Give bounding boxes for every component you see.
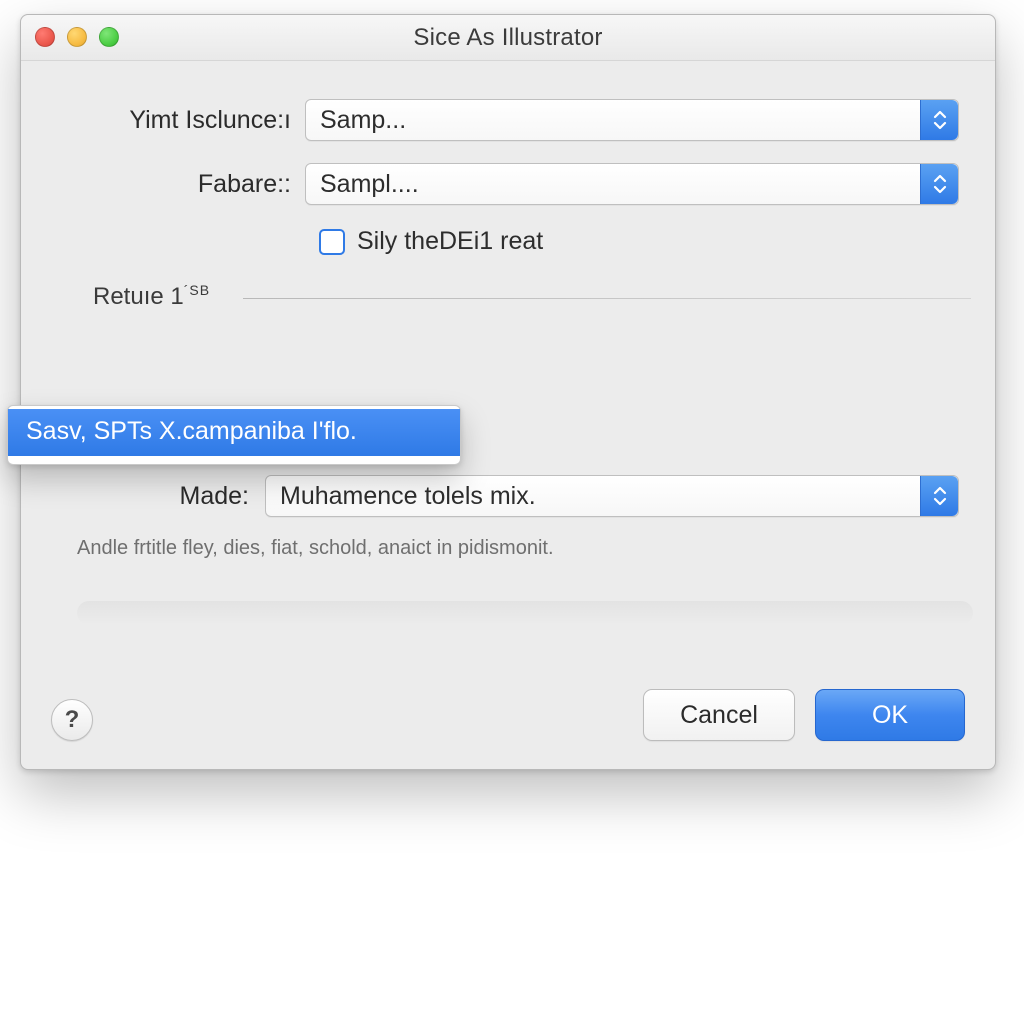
- group-header-text: Retuıe 1´SB: [93, 283, 220, 310]
- made-popup-value: Muhamence tolels mix.: [280, 482, 536, 511]
- button-group: Cancel OK: [643, 689, 965, 741]
- row2-popup[interactable]: Sampl....: [305, 163, 959, 205]
- window-title: Sice As Illustrator: [413, 24, 602, 52]
- row1-popup-value: Samp...: [320, 106, 406, 135]
- chevron-up-down-icon: [920, 476, 958, 516]
- titlebar: Sice As Illustrator: [21, 15, 995, 61]
- dropdown-menu: Sasv, SPTs X.campaniba I'flo.: [7, 405, 461, 465]
- chevron-up-down-icon: [920, 100, 958, 140]
- group-header: Retuıe 1´SB: [93, 282, 959, 316]
- checkbox-label: Sily theDEi1 reat: [357, 227, 543, 256]
- made-label: Made:: [57, 482, 265, 511]
- cancel-button[interactable]: Cancel: [643, 689, 795, 741]
- row2-popup-value: Sampl....: [320, 170, 419, 199]
- zoom-window-button[interactable]: [99, 27, 119, 47]
- ok-button[interactable]: OK: [815, 689, 965, 741]
- row1-label: Yimt Isclunce:ı: [57, 106, 305, 135]
- separator: [77, 601, 973, 625]
- separator: [243, 298, 971, 299]
- dialog-body: Yimt Isclunce:ı Samp... Fabare:: Sampl..…: [21, 61, 995, 769]
- made-row: Made: Muhamence tolels mix.: [57, 475, 959, 517]
- description-text: Andle frtitle fley, dies, fiat, schold, …: [77, 537, 554, 560]
- window-controls: [35, 27, 119, 47]
- form-row-1: Yimt Isclunce:ı Samp...: [57, 99, 959, 141]
- menu-item-selected[interactable]: Sasv, SPTs X.campaniba I'flo.: [8, 409, 460, 456]
- checkbox-row: Sily theDEi1 reat: [319, 227, 959, 256]
- form-row-2: Fabare:: Sampl....: [57, 163, 959, 205]
- chevron-up-down-icon: [920, 164, 958, 204]
- help-button[interactable]: ?: [51, 699, 93, 741]
- checkbox[interactable]: [319, 229, 345, 255]
- minimize-window-button[interactable]: [67, 27, 87, 47]
- dialog-window: Sice As Illustrator Yimt Isclunce:ı Samp…: [20, 14, 996, 770]
- row1-popup[interactable]: Samp...: [305, 99, 959, 141]
- made-popup[interactable]: Muhamence tolels mix.: [265, 475, 959, 517]
- row2-label: Fabare::: [57, 170, 305, 199]
- dialog-footer: ? Cancel OK: [21, 653, 995, 769]
- close-window-button[interactable]: [35, 27, 55, 47]
